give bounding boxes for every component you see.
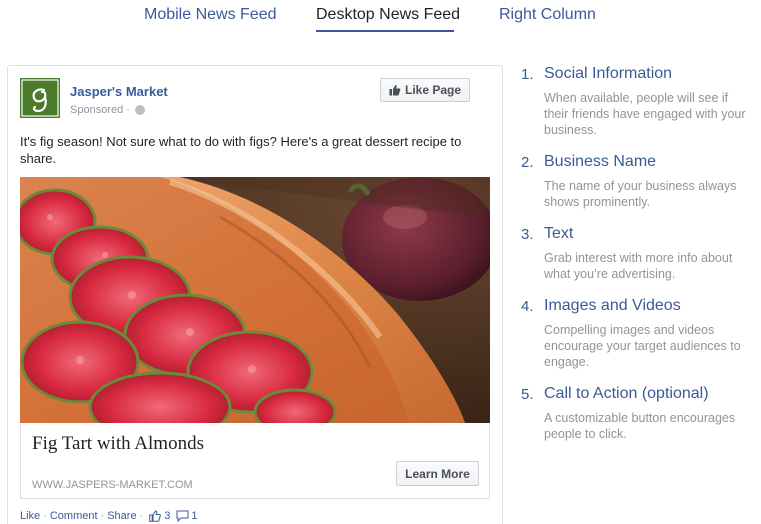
learn-more-button[interactable]: Learn More [396,461,479,486]
ad-preview-card: Jasper's Market Sponsored · Like Page It… [7,65,503,524]
like-count-value: 3 [164,510,171,522]
tab-bar: Mobile News Feed Desktop News Feed Right… [0,0,761,40]
post-message: It's fig season! Not sure what to do wit… [20,134,462,166]
info-description: The name of your business always shows p… [544,179,737,209]
info-description: Grab interest with more info about what … [544,251,733,281]
comment-link[interactable]: Comment [50,510,98,522]
info-title: Business Name [544,153,657,170]
like-page-button[interactable]: Like Page [380,78,470,102]
share-link[interactable]: Share [107,510,136,522]
info-description: Compelling images and videos encourage y… [544,323,741,369]
tab-desktop-news-feed[interactable]: Desktop News Feed [316,6,460,24]
link-attachment[interactable]: Fig Tart with Almonds WWW.JASPERS-MARKET… [20,423,490,499]
info-title: Text [544,225,574,242]
tab-mobile-news-feed[interactable]: Mobile News Feed [144,6,277,24]
page-name-link[interactable]: Jasper's Market [70,84,168,99]
comment-icon [176,510,189,522]
separator: · [139,510,144,522]
like-link[interactable]: Like [20,510,40,522]
separator: · [100,510,105,522]
info-description: A customizable button encourages people … [544,411,736,441]
ad-image[interactable] [20,177,490,423]
info-title: Social Information [544,65,673,82]
tab-right-column[interactable]: Right Column [499,6,596,24]
sponsored-label: Sponsored · [70,104,145,116]
comment-count[interactable]: 1 [176,510,198,522]
info-title: Images and Videos [544,297,681,314]
like-count[interactable]: 3 [149,510,170,522]
info-number: 4. [521,298,534,315]
info-title: Call to Action (optional) [544,385,709,402]
comment-count-value: 1 [191,510,198,522]
like-page-label: Like Page [404,83,462,97]
separator: · [126,104,130,116]
thumbs-up-icon [389,85,401,96]
globe-icon [134,105,145,115]
thumbs-up-icon [149,510,162,522]
link-title[interactable]: Fig Tart with Almonds [32,433,204,455]
info-number: 1. [521,66,534,83]
info-number: 5. [521,386,534,403]
info-number: 3. [521,226,534,243]
active-tab-indicator [316,30,454,32]
page-avatar[interactable] [20,78,60,118]
separator: · [43,510,47,522]
info-number: 2. [521,154,534,171]
info-description: When available, people will see if their… [544,91,746,137]
sponsored-text: Sponsored [70,104,124,116]
post-actions: Like · Comment · Share · 3 1 [20,510,198,522]
link-domain: WWW.JASPERS-MARKET.COM [32,479,193,491]
